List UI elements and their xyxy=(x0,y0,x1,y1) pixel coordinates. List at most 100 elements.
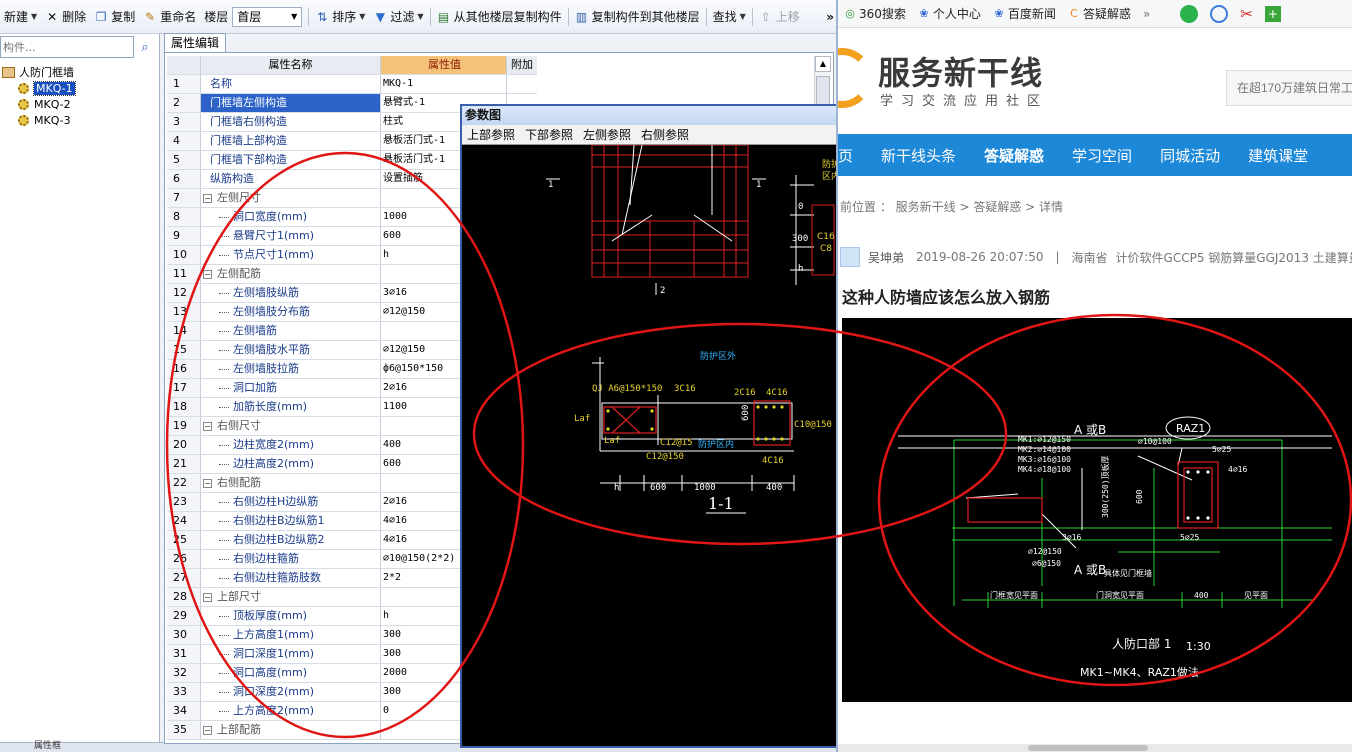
copy-to-floor-label: 复制构件到其他楼层 xyxy=(591,10,700,24)
floor-select-value: 首层 xyxy=(237,10,262,24)
label-opening-width: 门洞宽见平面 xyxy=(1096,590,1144,600)
row-number: 2 xyxy=(167,94,201,113)
nav-city-events[interactable]: 同城活动 xyxy=(1146,145,1234,166)
scroll-up-icon[interactable]: ▲ xyxy=(815,56,831,72)
popup-title[interactable]: 参数图 xyxy=(462,106,836,125)
copy-to-floor-button[interactable]: ▥ 复制构件到其他楼层 xyxy=(571,6,704,28)
property-name: 洞口加筋 xyxy=(201,379,381,398)
toolbar-divider xyxy=(308,7,310,26)
scroll-thumb[interactable] xyxy=(1028,745,1148,751)
row-number: 28 xyxy=(167,588,201,607)
property-name: 上方高度1(mm) xyxy=(201,626,381,645)
tree-item-label: MKQ-2 xyxy=(34,97,71,111)
bookmark-qa[interactable]: C 答疑解惑 xyxy=(1062,5,1137,22)
row-number: 11 xyxy=(167,265,201,284)
sort-button[interactable]: ⇅ 排序 ▼ xyxy=(311,6,369,28)
tab-property-editor[interactable]: 属性编辑 xyxy=(164,33,227,53)
avatar[interactable] xyxy=(840,247,860,267)
site-search-input[interactable]: 在超170万建筑日常工 xyxy=(1226,70,1352,106)
c-logo-icon: C xyxy=(1070,6,1078,20)
copy-from-floor-label: 从其他楼层复制构件 xyxy=(453,10,562,24)
collapse-icon[interactable]: − xyxy=(203,479,212,488)
sort-icon: ⇅ xyxy=(317,9,328,24)
nav-home[interactable]: 页 xyxy=(838,145,867,166)
tree-item[interactable]: MKQ-3 xyxy=(18,112,71,128)
label-phi12: ⌀12@150 xyxy=(1028,547,1062,556)
rename-button[interactable]: ✎ 重命名 xyxy=(139,6,200,28)
collapse-icon[interactable]: − xyxy=(203,270,212,279)
property-name: 门框墙右侧构造 xyxy=(201,113,381,132)
copy-button[interactable]: ❐ 复制 xyxy=(90,6,139,28)
row-number: 30 xyxy=(167,626,201,645)
menu-left-reference[interactable]: 左侧参照 xyxy=(578,126,636,143)
site-logo-icon[interactable] xyxy=(838,48,872,108)
nav-learning[interactable]: 学习空间 xyxy=(1058,145,1146,166)
tree-search: ⌕ xyxy=(0,36,158,58)
bookmark-360-search[interactable]: ◎ 360搜索 xyxy=(838,5,912,22)
cad-dim-600a: 600 xyxy=(650,483,666,493)
horizontal-scrollbar[interactable] xyxy=(838,744,1352,752)
image-scale: 1:30 xyxy=(1186,640,1211,653)
filter-button[interactable]: ▼ 过滤 ▼ xyxy=(369,6,427,28)
property-group-label: 左侧尺寸 xyxy=(217,191,261,204)
find-button[interactable]: 查找 ▼ xyxy=(709,6,750,28)
floor-label: 楼层 xyxy=(200,6,232,28)
label-600: 600 xyxy=(1135,489,1144,504)
cad-c12b-label: C12@150 xyxy=(646,452,684,462)
wechat-icon[interactable] xyxy=(1174,4,1204,23)
new-button[interactable]: 新建 ▼ xyxy=(0,6,41,28)
browser-window: ◎ 360搜索 ❀ 个人中心 ❀ 百度新闻 C 答疑解惑 » ✂ + 服务新干线 学习交… xyxy=(838,0,1352,752)
label-phi10: ⌀10@100 xyxy=(1138,437,1172,446)
property-value[interactable]: MKQ-1 xyxy=(381,75,507,94)
property-row[interactable]: 1 名称 MKQ-1 xyxy=(167,75,537,94)
chevron-down-icon: ▼ xyxy=(359,12,366,21)
bookmark-label: 个人中心 xyxy=(932,7,981,21)
collapse-icon[interactable]: − xyxy=(203,422,212,431)
label-a-or-b-top: A 或B xyxy=(1074,423,1106,437)
label-a-or-b-bottom: A 或B xyxy=(1074,563,1106,577)
bookmark-baidu-news[interactable]: ❀ 百度新闻 xyxy=(987,5,1062,22)
menu-top-reference[interactable]: 上部参照 xyxy=(462,126,520,143)
floor-select[interactable]: 首层 ▼ xyxy=(232,6,303,27)
minus-circle-icon[interactable] xyxy=(1204,4,1234,23)
rename-icon: ✎ xyxy=(145,9,156,24)
question-image[interactable]: A 或B A 或B RAZ1 人防口部 1 1:30 MK1~MK4、RAZ1做… xyxy=(842,318,1352,702)
property-name: 边柱宽度2(mm) xyxy=(201,436,381,455)
collapse-icon[interactable]: − xyxy=(203,194,212,203)
label-phi6: ⌀6@150 xyxy=(1032,559,1061,568)
collapse-icon[interactable]: − xyxy=(203,726,212,735)
component-tree-panel: ⌕ 人防门框墙 MKQ-1 MKQ-2 MKQ-3 xyxy=(0,34,160,744)
cad-2c16-label: 2C16 xyxy=(734,388,756,398)
cad-dim-h: h xyxy=(798,264,803,274)
move-up-button[interactable]: ⇧ 上移 xyxy=(755,6,804,28)
scissors-icon[interactable]: ✂ xyxy=(1234,5,1259,23)
add-extension-icon[interactable]: + xyxy=(1259,5,1287,22)
row-number: 9 xyxy=(167,227,201,246)
folder-icon xyxy=(2,66,15,78)
nav-classroom[interactable]: 建筑课堂 xyxy=(1234,145,1322,166)
tree-root-node[interactable]: 人防门框墙 xyxy=(2,64,74,80)
tree-search-input[interactable] xyxy=(0,36,134,58)
row-number: 27 xyxy=(167,569,201,588)
image-caption-2: MK1~MK4、RAZ1做法 xyxy=(1080,665,1199,679)
collapse-icon[interactable]: − xyxy=(203,593,212,602)
tree-item[interactable]: MKQ-1 xyxy=(18,80,76,96)
bookmark-personal-center[interactable]: ❀ 个人中心 xyxy=(912,5,987,22)
property-name: 右侧边柱箍筋肢数 xyxy=(201,569,381,588)
tree-item[interactable]: MKQ-2 xyxy=(18,96,71,112)
property-name: 左侧墙筋 xyxy=(201,322,381,341)
site-name[interactable]: 服务新干线 xyxy=(878,48,1043,94)
delete-button[interactable]: ✕ 删除 xyxy=(41,6,90,28)
copy-from-floor-button[interactable]: ▤ 从其他楼层复制构件 xyxy=(433,6,566,28)
nav-qa[interactable]: 答疑解惑 xyxy=(970,145,1058,166)
search-icon[interactable]: ⌕ xyxy=(134,36,156,58)
property-extra[interactable] xyxy=(507,75,537,94)
menu-bottom-reference[interactable]: 下部参照 xyxy=(520,126,578,143)
nav-headlines[interactable]: 新干线头条 xyxy=(867,145,970,166)
bookmark-overflow[interactable]: » xyxy=(1137,7,1156,21)
toolbar-divider xyxy=(751,7,753,26)
author-name[interactable]: 吴坤弟 xyxy=(868,249,904,266)
cad-section-label: 1-1 xyxy=(708,494,734,513)
row-number: 1 xyxy=(167,75,201,94)
menu-right-reference[interactable]: 右侧参照 xyxy=(636,126,694,143)
